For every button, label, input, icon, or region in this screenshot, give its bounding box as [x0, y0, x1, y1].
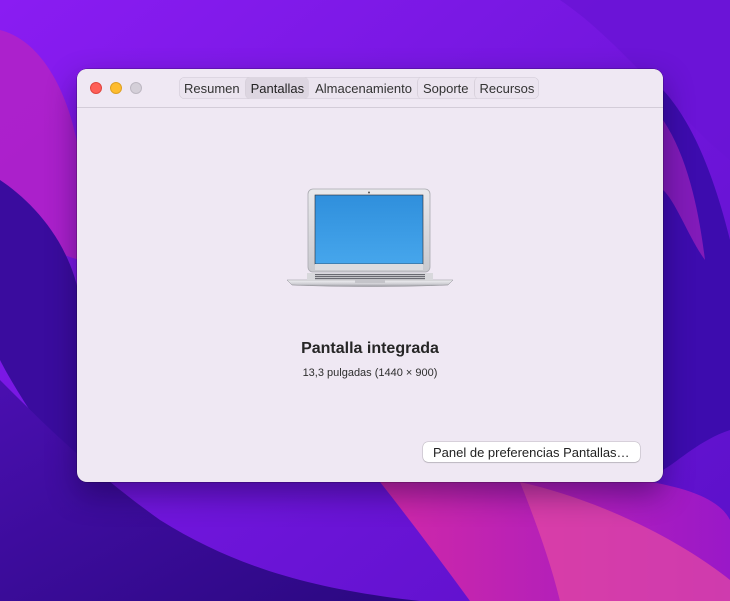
tab-resumen[interactable]: Resumen [179, 77, 245, 99]
tab-recursos[interactable]: Recursos [473, 77, 540, 99]
display-preferences-button[interactable]: Panel de preferencias Pantallas… [423, 442, 640, 462]
tab-pantallas[interactable]: Pantallas [244, 77, 310, 99]
zoom-button[interactable] [130, 82, 142, 94]
laptop-icon [286, 188, 454, 287]
tab-almacenamiento[interactable]: Almacenamiento [309, 77, 417, 99]
display-details: 13,3 pulgadas (1440 × 900) [302, 367, 438, 379]
close-button[interactable] [90, 82, 102, 94]
segmented-tab-control: Resumen Pantallas Almacenamiento Soporte… [179, 77, 540, 99]
display-name: Pantalla integrada [301, 340, 439, 357]
titlebar: Resumen Pantallas Almacenamiento Soporte… [77, 69, 663, 108]
minimize-button[interactable] [110, 82, 122, 94]
desktop: Resumen Pantallas Almacenamiento Soporte… [0, 0, 730, 601]
tab-soporte[interactable]: Soporte [416, 77, 474, 99]
about-this-mac-window: Resumen Pantallas Almacenamiento Soporte… [77, 69, 663, 482]
displays-pane: Pantalla integrada 13,3 pulgadas (1440 ×… [77, 108, 663, 482]
